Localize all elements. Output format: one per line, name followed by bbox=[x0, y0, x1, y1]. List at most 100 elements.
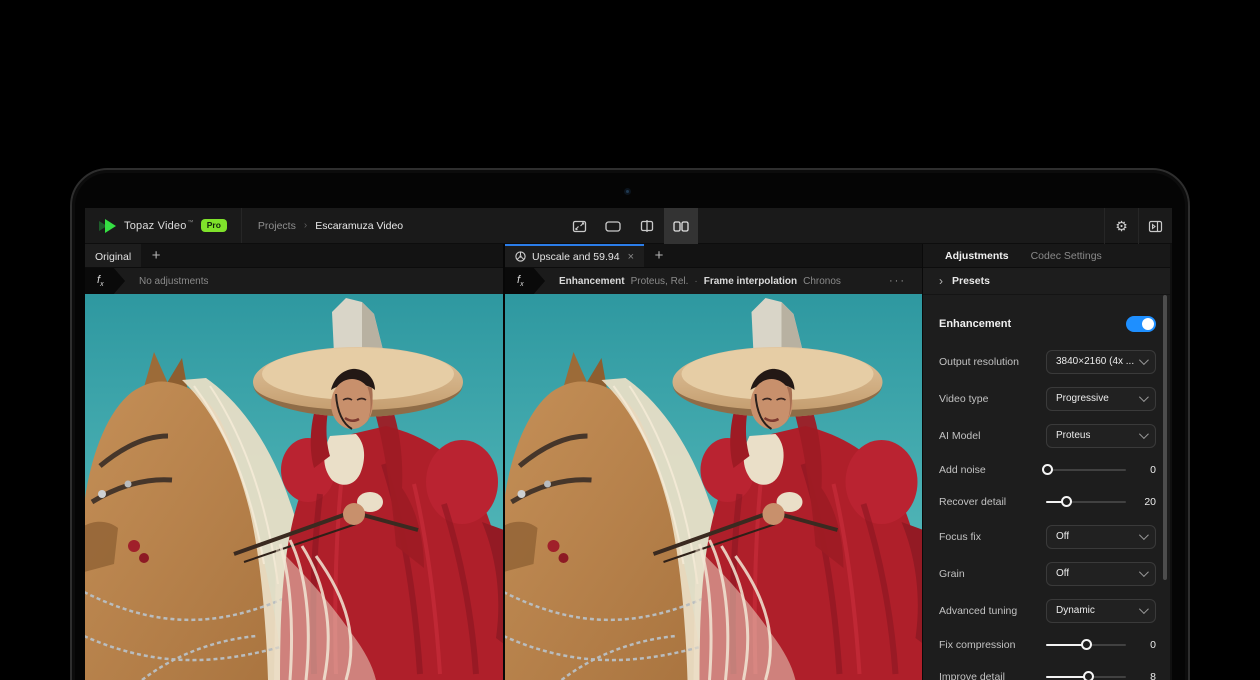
presets-section-toggle[interactable]: › Presets bbox=[923, 268, 1170, 295]
filter-label-frame-interpolation: Frame interpolation bbox=[704, 276, 797, 287]
fx-icon: fx bbox=[505, 268, 545, 294]
video-preview-enhanced[interactable] bbox=[505, 294, 922, 680]
control-row-advanced-tuning: Advanced tuning Dynamic bbox=[939, 592, 1156, 629]
pane-original: Original + fx No adjustments bbox=[85, 244, 503, 680]
close-tab-icon[interactable]: × bbox=[628, 251, 634, 263]
enhancement-controls: Output resolution 3840×2160 (4x ... Video … bbox=[939, 343, 1156, 680]
recover-detail-label: Recover detail bbox=[939, 496, 1046, 508]
control-row-grain: Grain Off bbox=[939, 555, 1156, 592]
original-filter-bar: fx No adjustments bbox=[85, 268, 503, 294]
top-right-controls: ⚙ bbox=[1104, 208, 1172, 244]
advanced-tuning-dropdown[interactable]: Dynamic bbox=[1046, 599, 1156, 623]
control-row-add-noise: Add noise 0 bbox=[939, 454, 1156, 486]
fix-compression-slider[interactable]: 0 bbox=[1046, 639, 1156, 651]
grain-label: Grain bbox=[939, 568, 1046, 580]
grain-value: Off bbox=[1056, 568, 1069, 579]
control-row-video-type: Video typeProgressive bbox=[939, 380, 1156, 417]
breadcrumb-item-projects[interactable]: Projects bbox=[258, 220, 296, 232]
improve-detail-slider-track[interactable] bbox=[1046, 676, 1126, 678]
recover-detail-slider-knob[interactable] bbox=[1061, 496, 1072, 507]
panel-toggle-icon bbox=[1148, 220, 1163, 233]
settings-button[interactable]: ⚙ bbox=[1104, 208, 1138, 244]
side-by-side-view-button[interactable] bbox=[664, 208, 698, 244]
video-type-dropdown[interactable]: Progressive bbox=[1046, 387, 1156, 411]
recover-detail-slider[interactable]: 20 bbox=[1046, 496, 1156, 508]
app-window: Topaz Video™ Pro Projects›Escaramuza Vid… bbox=[85, 208, 1172, 680]
filter-separator: · bbox=[694, 276, 697, 287]
filter-value-frame-interpolation: Chronos bbox=[803, 276, 841, 287]
filter-value-enhancement: Proteus, Rel. bbox=[631, 276, 689, 287]
adjustments-panel: Adjustments Codec Settings › Presets Enha… bbox=[922, 244, 1170, 680]
panel-body: Enhancement Output resolution 3840×2160 (… bbox=[923, 295, 1170, 680]
filter-label-enhancement: Enhancement bbox=[559, 276, 625, 287]
add-tab-button[interactable]: + bbox=[141, 244, 171, 267]
app-logo[interactable]: Topaz Video™ Pro bbox=[85, 208, 242, 243]
fit-view-button[interactable] bbox=[562, 208, 596, 244]
add-noise-slider-track[interactable] bbox=[1046, 469, 1126, 471]
toggle-right-panel-button[interactable] bbox=[1138, 208, 1172, 244]
recover-detail-slider-track[interactable] bbox=[1046, 501, 1126, 503]
video-preview-original[interactable] bbox=[85, 294, 503, 680]
ai-model-dropdown[interactable]: Proteus bbox=[1046, 424, 1156, 448]
enhancement-wheel-icon bbox=[515, 251, 526, 262]
split-view-button[interactable] bbox=[630, 208, 664, 244]
output-resolution-value: 3840×2160 (4x ... bbox=[1056, 356, 1134, 367]
add-tab-button-2[interactable]: + bbox=[644, 244, 674, 267]
improve-detail-label: Improve detail bbox=[939, 671, 1046, 680]
control-row-output-resolution: Output resolution 3840×2160 (4x ... bbox=[939, 343, 1156, 380]
breadcrumb-item-escaramuza-video[interactable]: Escaramuza Video bbox=[315, 220, 403, 232]
fix-compression-slider-track[interactable] bbox=[1046, 644, 1126, 646]
fx-icon: fx bbox=[85, 268, 125, 294]
panel-scrollbar[interactable] bbox=[1163, 295, 1167, 580]
fix-compression-slider-knob[interactable] bbox=[1081, 639, 1092, 650]
pro-badge: Pro bbox=[201, 219, 227, 232]
ai-model-value: Proteus bbox=[1056, 430, 1090, 441]
filter-more-button[interactable]: ··· bbox=[883, 268, 912, 294]
original-tab-bar: Original + bbox=[85, 244, 503, 268]
tab-original[interactable]: Original bbox=[85, 244, 141, 267]
output-resolution-label: Output resolution bbox=[939, 356, 1046, 368]
webcam-dot bbox=[624, 188, 631, 195]
panel-tab-codec-settings[interactable]: Codec Settings bbox=[1031, 250, 1102, 262]
control-row-focus-fix: Focus fixOff bbox=[939, 518, 1156, 555]
pane-enhanced: Upscale and 59.94 × + fx Enhancement Prot… bbox=[503, 244, 922, 680]
recover-detail-value: 20 bbox=[1130, 496, 1156, 508]
control-row-recover-detail: Recover detail 20 bbox=[939, 486, 1156, 518]
control-row-fix-compression: Fix compression 0 bbox=[939, 629, 1156, 661]
topaz-play-icon bbox=[99, 219, 117, 233]
add-noise-value: 0 bbox=[1130, 464, 1156, 476]
enhancement-header-row: Enhancement bbox=[939, 305, 1156, 343]
improve-detail-slider[interactable]: 8 bbox=[1046, 671, 1156, 680]
fix-compression-value: 0 bbox=[1130, 639, 1156, 651]
control-row-ai-model: AI ModelProteus bbox=[939, 417, 1156, 454]
panel-tab-adjustments[interactable]: Adjustments bbox=[945, 250, 1009, 262]
improve-detail-slider-knob[interactable] bbox=[1083, 671, 1094, 680]
panel-tab-bar: Adjustments Codec Settings bbox=[923, 244, 1170, 268]
chevron-right-icon: › bbox=[939, 275, 943, 287]
chevron-down-icon bbox=[1139, 429, 1149, 439]
focus-fix-dropdown[interactable]: Off bbox=[1046, 525, 1156, 549]
output-resolution-dropdown[interactable]: 3840×2160 (4x ... bbox=[1046, 350, 1156, 374]
grain-dropdown[interactable]: Off bbox=[1046, 562, 1156, 586]
chevron-down-icon bbox=[1139, 530, 1149, 540]
add-noise-label: Add noise bbox=[939, 464, 1046, 476]
advanced-tuning-label: Advanced tuning bbox=[939, 605, 1046, 617]
add-noise-slider[interactable]: 0 bbox=[1046, 464, 1156, 476]
breadcrumb: Projects›Escaramuza Video bbox=[242, 220, 419, 232]
gear-icon: ⚙ bbox=[1115, 218, 1128, 235]
add-noise-slider-knob[interactable] bbox=[1042, 464, 1053, 475]
improve-detail-value: 8 bbox=[1130, 671, 1156, 680]
app-title: Topaz Video™ bbox=[124, 220, 194, 232]
fix-compression-label: Fix compression bbox=[939, 639, 1046, 651]
single-view-button[interactable] bbox=[596, 208, 630, 244]
enhanced-tab-bar: Upscale and 59.94 × + bbox=[505, 244, 922, 268]
chevron-down-icon bbox=[1139, 604, 1149, 614]
original-filter-summary: No adjustments bbox=[139, 276, 208, 287]
advanced-tuning-value: Dynamic bbox=[1056, 605, 1095, 616]
enhancement-toggle[interactable] bbox=[1126, 316, 1156, 332]
chevron-down-icon bbox=[1139, 355, 1149, 365]
enhanced-filter-summary: Enhancement Proteus, Rel. · Frame interpola… bbox=[559, 276, 841, 287]
top-bar: Topaz Video™ Pro Projects›Escaramuza Vid… bbox=[85, 208, 1172, 244]
tab-upscale[interactable]: Upscale and 59.94 × bbox=[505, 244, 644, 267]
control-row-improve-detail: Improve detail 8 bbox=[939, 661, 1156, 680]
